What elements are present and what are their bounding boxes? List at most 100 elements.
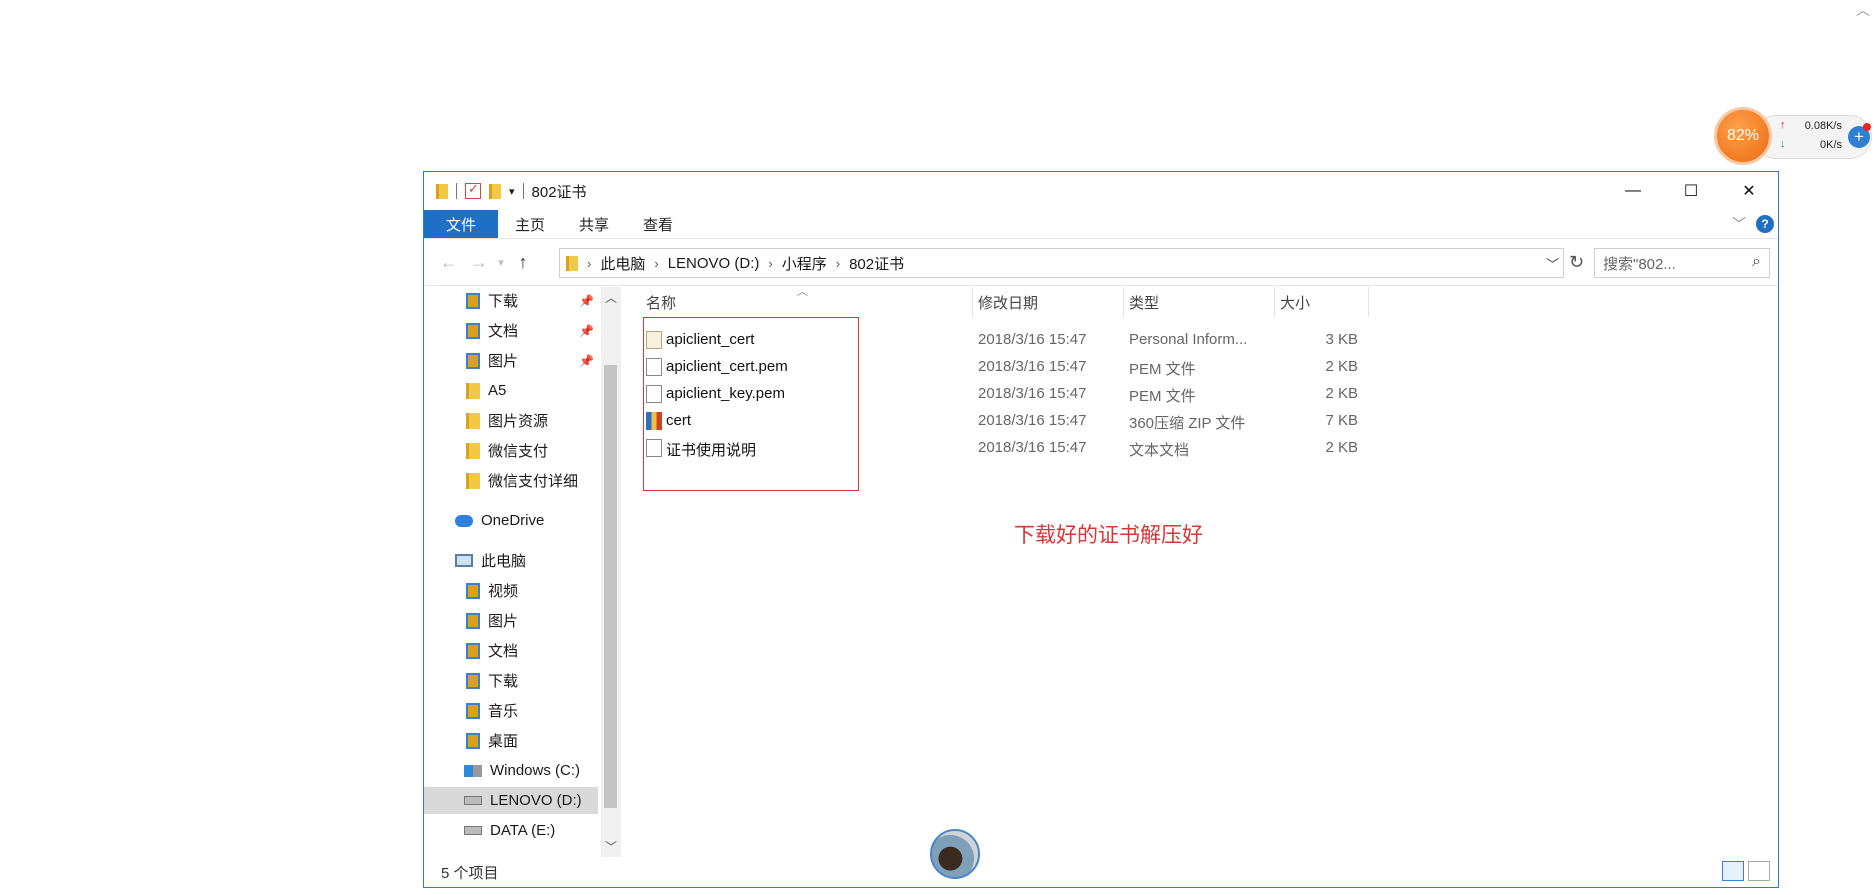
sidebar-item-videos[interactable]: 视频 bbox=[424, 577, 598, 604]
upload-speed: 0.08K/s bbox=[1804, 120, 1842, 132]
highlight-box bbox=[643, 317, 859, 491]
navigation-pane: 下载 📌 文档 📌 图片 📌 A5 图片资源 微信支付 微信支付详细 OneDr… bbox=[424, 287, 621, 857]
file-date: 2018/3/16 15:47 bbox=[978, 358, 1087, 375]
toolbar-divider bbox=[456, 183, 457, 199]
breadcrumb-this-pc[interactable]: 此电脑 bbox=[600, 253, 645, 274]
file-date: 2018/3/16 15:47 bbox=[978, 385, 1087, 402]
expand-ribbon-icon[interactable]: ﹀ bbox=[1732, 214, 1746, 234]
search-box[interactable]: 搜索"802... ⌕ bbox=[1594, 248, 1770, 278]
address-bar[interactable]: › 此电脑 › LENOVO (D:) › 小程序 › 802证书 ﹀ bbox=[559, 248, 1564, 278]
sidebar-item-wechat-pay-detail[interactable]: 微信支付详细 bbox=[424, 467, 598, 494]
documents-folder-icon bbox=[466, 642, 480, 659]
scroll-down-icon[interactable]: ﹀ bbox=[605, 838, 617, 855]
column-divider[interactable] bbox=[1274, 287, 1275, 317]
sidebar-item-label: 下载 bbox=[488, 673, 519, 690]
tab-file[interactable]: 文件 bbox=[424, 210, 499, 238]
column-divider[interactable] bbox=[1123, 287, 1124, 317]
breadcrumb-mini-program[interactable]: 小程序 bbox=[782, 253, 827, 274]
forward-button[interactable]: → bbox=[464, 252, 494, 273]
breadcrumb-lenovo-d[interactable]: LENOVO (D:) bbox=[668, 255, 760, 272]
file-type: PEM 文件 bbox=[1129, 388, 1196, 405]
tab-view[interactable]: 查看 bbox=[626, 210, 690, 238]
large-icons-view-icon[interactable] bbox=[1748, 861, 1770, 881]
file-date: 2018/3/16 15:47 bbox=[978, 331, 1087, 348]
column-header-size[interactable]: 大小 bbox=[1280, 287, 1310, 317]
sidebar-item-image-resources[interactable]: 图片资源 bbox=[424, 407, 598, 434]
sidebar-item-pictures[interactable]: 图片 bbox=[424, 607, 598, 634]
sidebar-item-data-e[interactable]: DATA (E:) bbox=[424, 817, 598, 844]
recent-locations-icon[interactable]: ▾ bbox=[494, 256, 508, 269]
sidebar-item-desktop[interactable]: 桌面 bbox=[424, 727, 598, 754]
file-type: 文本文档 bbox=[1129, 442, 1190, 459]
column-header-name[interactable]: 名称 bbox=[646, 287, 676, 317]
close-button[interactable]: ✕ bbox=[1720, 172, 1778, 210]
scrollbar-thumb[interactable] bbox=[604, 365, 617, 808]
avatar[interactable] bbox=[930, 829, 980, 879]
memory-usage-ball[interactable]: 82% bbox=[1714, 107, 1772, 165]
file-type: 360压缩 ZIP 文件 bbox=[1129, 415, 1246, 432]
sort-ascending-icon: ︿ bbox=[797, 286, 808, 298]
memory-percent: 82% bbox=[1726, 127, 1760, 144]
sidebar-item-onedrive[interactable]: OneDrive bbox=[424, 507, 598, 534]
breadcrumb-separator-icon[interactable]: › bbox=[587, 256, 591, 271]
breadcrumb-separator-icon[interactable]: › bbox=[836, 256, 840, 271]
up-button[interactable]: ↑ bbox=[508, 252, 538, 273]
column-header-type[interactable]: 类型 bbox=[1129, 287, 1159, 317]
sidebar-item-wechat-pay[interactable]: 微信支付 bbox=[424, 437, 598, 464]
column-header-date[interactable]: 修改日期 bbox=[978, 287, 1038, 317]
minimize-button[interactable]: — bbox=[1604, 172, 1662, 210]
folder-icon bbox=[466, 382, 480, 399]
quick-access-toolbar: ▾ bbox=[424, 172, 524, 210]
sidebar-item-label: 此电脑 bbox=[481, 553, 527, 570]
sidebar-item-lenovo-d[interactable]: LENOVO (D:) bbox=[424, 787, 598, 814]
sidebar-item-downloads[interactable]: 下载 bbox=[424, 667, 598, 694]
breadcrumb-separator-icon[interactable]: › bbox=[768, 256, 772, 271]
address-dropdown-icon[interactable]: ﹀ bbox=[1546, 254, 1559, 273]
folder-icon bbox=[566, 255, 578, 271]
help-icon[interactable]: ? bbox=[1756, 215, 1774, 233]
downloads-folder-icon bbox=[466, 672, 480, 689]
properties-icon[interactable] bbox=[465, 181, 481, 199]
toolbar-divider bbox=[522, 183, 524, 199]
sidebar-item-downloads-quick[interactable]: 下载 📌 bbox=[424, 287, 598, 314]
back-button[interactable]: ← bbox=[434, 252, 464, 273]
maximize-button[interactable]: ☐ bbox=[1662, 172, 1720, 210]
refresh-icon[interactable]: ↻ bbox=[1569, 252, 1584, 273]
breadcrumb-802-cert[interactable]: 802证书 bbox=[849, 253, 904, 274]
sidebar-item-music[interactable]: 音乐 bbox=[424, 697, 598, 724]
file-date: 2018/3/16 15:47 bbox=[978, 412, 1087, 429]
sidebar-item-label: 下载 bbox=[488, 293, 519, 310]
sidebar-item-documents-quick[interactable]: 文档 📌 bbox=[424, 317, 598, 344]
sidebar-item-label: 微信支付 bbox=[488, 443, 549, 460]
breadcrumb-separator-icon[interactable]: › bbox=[654, 256, 658, 271]
folder-icon bbox=[466, 412, 480, 429]
search-icon[interactable]: ⌕ bbox=[1752, 253, 1761, 271]
scroll-up-edge-icon[interactable]: ︿ bbox=[1856, 0, 1870, 20]
column-divider[interactable] bbox=[972, 287, 973, 317]
network-speed-widget[interactable]: 82% ↑ 0.08K/s ↓ 0K/s + bbox=[1714, 107, 1874, 165]
sidebar-item-windows-c[interactable]: Windows (C:) bbox=[424, 757, 598, 784]
pictures-folder-icon bbox=[466, 612, 480, 629]
tab-home[interactable]: 主页 bbox=[498, 210, 562, 238]
sidebar-item-pictures-quick[interactable]: 图片 📌 bbox=[424, 347, 598, 374]
sidebar-item-a5[interactable]: A5 bbox=[424, 377, 598, 404]
documents-folder-icon bbox=[466, 322, 480, 339]
sidebar-item-label: 图片 bbox=[488, 353, 519, 370]
details-view-icon[interactable] bbox=[1722, 861, 1744, 881]
sidebar-item-documents[interactable]: 文档 bbox=[424, 637, 598, 664]
customize-dropdown-icon[interactable]: ▾ bbox=[509, 185, 515, 198]
sidebar-item-label: 视频 bbox=[488, 583, 519, 600]
new-folder-icon[interactable] bbox=[489, 183, 501, 199]
window-controls: — ☐ ✕ bbox=[1604, 172, 1778, 210]
pin-icon: 📌 bbox=[579, 293, 594, 308]
scroll-up-icon[interactable]: ︿ bbox=[605, 289, 617, 306]
sidebar-scrollbar[interactable]: ︿ ﹀ bbox=[601, 287, 621, 857]
sidebar-item-this-pc[interactable]: 此电脑 bbox=[424, 547, 598, 574]
sidebar-item-label: 文档 bbox=[488, 323, 519, 340]
sidebar-item-label: 微信支付详细 bbox=[488, 473, 579, 490]
sidebar-item-label: 图片 bbox=[488, 613, 519, 630]
pin-icon: 📌 bbox=[579, 323, 594, 338]
column-divider[interactable] bbox=[1368, 287, 1369, 317]
tab-share[interactable]: 共享 bbox=[562, 210, 626, 238]
sidebar-item-label: 文档 bbox=[488, 643, 519, 660]
